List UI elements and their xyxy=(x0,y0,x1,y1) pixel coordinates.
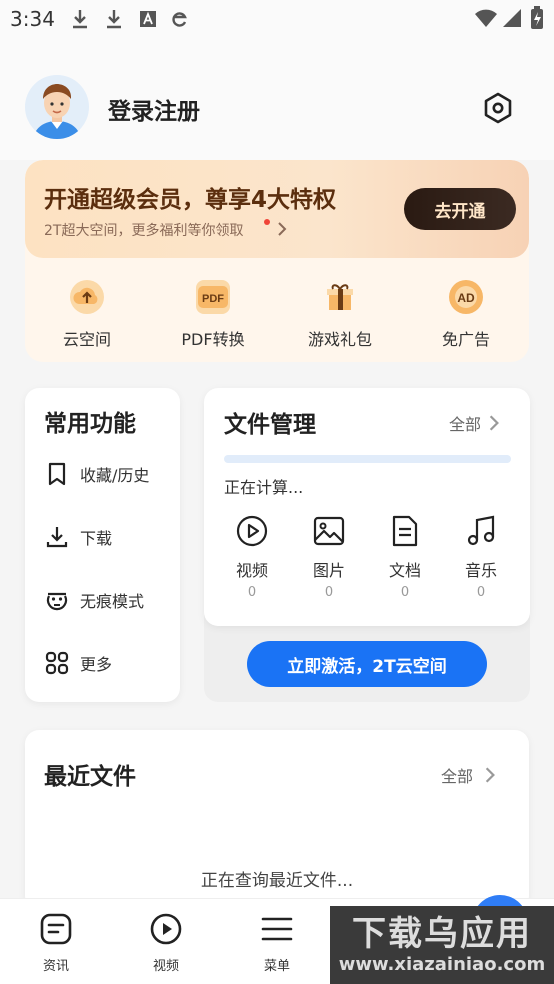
download-status-icon xyxy=(107,10,121,29)
watermark-url: www.xiazainiao.com xyxy=(338,954,546,975)
video-icon xyxy=(236,515,268,547)
grid-icon xyxy=(44,650,70,676)
vip-subtitle[interactable]: 2T超大空间，更多福利等你领取 xyxy=(44,220,243,240)
nav-label: 菜单 xyxy=(263,959,290,974)
perk-pdf-convert[interactable]: PDF PDF转换 xyxy=(163,280,263,350)
open-vip-button[interactable]: 去开通 xyxy=(404,188,516,230)
avatar-icon xyxy=(25,75,89,139)
item-label: 无痕模式 xyxy=(80,592,145,611)
settings-icon[interactable] xyxy=(481,91,515,125)
play-icon xyxy=(150,913,182,945)
watermark: 下载乌应用 www.xiazainiao.com xyxy=(330,906,554,984)
image-icon xyxy=(313,516,345,546)
item-label: 下载 xyxy=(80,529,113,548)
category-music[interactable]: 音乐 0 xyxy=(453,514,509,600)
chevron-right-icon xyxy=(489,415,499,431)
signal-icon xyxy=(503,9,521,27)
news-icon xyxy=(40,913,72,945)
incognito-icon xyxy=(44,587,70,613)
browser-status-icon xyxy=(172,12,187,27)
perk-label: 免广告 xyxy=(441,330,490,349)
download-icon xyxy=(44,524,70,550)
perk-no-ads[interactable]: AD 免广告 xyxy=(416,280,516,350)
wifi-icon xyxy=(475,9,497,27)
chevron-right-icon xyxy=(485,767,495,783)
category-count: 0 xyxy=(324,585,334,600)
file-manager-all-link[interactable]: 全部 xyxy=(449,411,501,435)
vip-title: 开通超级会员，尊享4大特权 xyxy=(44,187,337,213)
chevron-right-icon xyxy=(278,222,287,236)
activate-cloud-button[interactable]: 立即激活，2T云空间 xyxy=(247,641,487,687)
favorites-history-item[interactable]: 收藏/历史 xyxy=(44,458,174,490)
cloud-upload-icon xyxy=(70,280,104,314)
bookmark-icon xyxy=(44,461,70,487)
nav-label: 视频 xyxy=(152,959,179,974)
category-label: 图片 xyxy=(312,561,345,580)
avatar[interactable] xyxy=(25,75,89,139)
document-icon xyxy=(392,515,418,547)
common-functions-title: 常用功能 xyxy=(44,411,136,437)
item-label: 收藏/历史 xyxy=(80,466,150,485)
recent-files-title: 最近文件 xyxy=(44,764,136,790)
nav-label: 资讯 xyxy=(42,959,69,974)
gift-icon xyxy=(323,280,357,314)
svg-text:PDF: PDF xyxy=(202,293,224,305)
status-time: 3:34 xyxy=(10,7,55,31)
ad-icon: AD xyxy=(449,280,483,314)
category-count: 0 xyxy=(476,585,486,600)
font-status-icon xyxy=(140,11,156,27)
more-item[interactable]: 更多 xyxy=(44,647,174,679)
download-item[interactable]: 下载 xyxy=(44,521,174,553)
nav-news[interactable]: 资讯 xyxy=(21,912,91,974)
nav-video[interactable]: 视频 xyxy=(131,912,201,974)
category-label: 视频 xyxy=(235,561,268,580)
nav-menu[interactable]: 菜单 xyxy=(242,912,312,974)
all-label: 全部 xyxy=(449,415,482,434)
watermark-title: 下载乌应用 xyxy=(352,914,532,954)
perk-label: 云空间 xyxy=(62,330,111,349)
perk-cloud-space[interactable]: 云空间 xyxy=(37,280,137,350)
recent-files-status: 正在查询最近文件... xyxy=(200,871,354,891)
perk-game-gift[interactable]: 游戏礼包 xyxy=(290,280,390,350)
all-label: 全部 xyxy=(441,767,474,786)
pdf-icon: PDF xyxy=(196,280,230,314)
music-icon xyxy=(467,515,495,546)
category-image[interactable]: 图片 0 xyxy=(301,514,357,600)
download-status-icon xyxy=(73,10,87,29)
menu-icon xyxy=(261,917,293,941)
category-count: 0 xyxy=(247,585,257,600)
category-count: 0 xyxy=(400,585,410,600)
svg-text:AD: AD xyxy=(457,291,475,305)
perk-label: 游戏礼包 xyxy=(307,330,372,349)
battery-icon xyxy=(531,6,543,29)
storage-status: 正在计算... xyxy=(224,478,304,497)
category-label: 文档 xyxy=(388,561,421,580)
incognito-mode-item[interactable]: 无痕模式 xyxy=(44,584,174,616)
storage-progress-bar xyxy=(224,455,511,463)
category-label: 音乐 xyxy=(464,561,497,580)
login-register-link[interactable]: 登录注册 xyxy=(108,92,200,126)
item-label: 更多 xyxy=(80,655,113,674)
category-document[interactable]: 文档 0 xyxy=(377,514,433,600)
recent-all-link[interactable]: 全部 xyxy=(441,763,497,787)
file-manager-title: 文件管理 xyxy=(224,412,316,438)
category-video[interactable]: 视频 0 xyxy=(224,514,280,600)
notification-dot xyxy=(264,219,270,225)
perk-label: PDF转换 xyxy=(181,330,245,349)
